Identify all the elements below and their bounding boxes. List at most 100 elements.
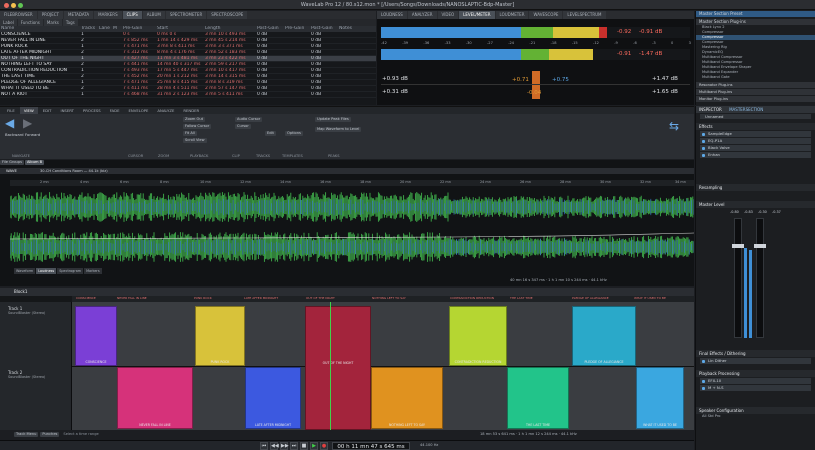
map-waveform-button[interactable]: Map Waveform to Level (315, 127, 362, 132)
functions-menu[interactable]: Functions (17, 19, 43, 26)
fit-all-button[interactable]: Fit All (183, 131, 197, 136)
resonator-plugins[interactable]: Resonator Plug-ins (696, 82, 815, 88)
effects-header[interactable]: Effects (696, 123, 815, 130)
tab-clips[interactable]: CLIPS (122, 11, 142, 19)
final-effect-slot[interactable]: Lin Dither (700, 358, 811, 364)
tab-markers-view[interactable]: Markers (84, 268, 102, 274)
marker[interactable]: WHAT IT USED TO BE (634, 296, 666, 300)
playback-slot[interactable]: EFX-10 (700, 378, 811, 384)
tab-analyzer[interactable]: ANALYZER (407, 11, 437, 19)
tab-loudness[interactable]: LOUDNESS (377, 11, 407, 19)
speaker-config-header[interactable]: Speaker Configuration (696, 407, 815, 414)
marker[interactable]: NEVER FALL IN LINE (117, 296, 147, 300)
back-arrow-icon[interactable]: ◀ (5, 117, 19, 129)
fader-handle[interactable] (754, 244, 766, 248)
waveform-display[interactable] (10, 187, 694, 267)
plugin-slot[interactable]: Black Valve (700, 145, 811, 151)
clip[interactable]: THE LAST TIME (507, 367, 569, 429)
marker[interactable]: CONTRADICTION REDUCTION (450, 296, 494, 300)
tab-spectrogram[interactable]: Spectrogram (57, 268, 84, 274)
clip[interactable]: NEVER FALL IN LINE (117, 367, 193, 429)
fader-left[interactable] (734, 218, 742, 338)
backward-label[interactable]: Backward (5, 132, 24, 137)
zoom-window-button[interactable] (18, 2, 23, 8)
tab-inspector[interactable]: INSPECTOR (699, 107, 722, 112)
tab-levelspectrum[interactable]: LEVELSPECTRUM (563, 11, 606, 19)
marker[interactable]: LATE AFTER MIDNIGHT (244, 296, 278, 300)
tab-video[interactable]: VIDEO (437, 11, 459, 19)
time-display[interactable]: 00 h 11 mn 47 s 645 ms (332, 442, 410, 450)
multiband-plugins[interactable]: Multiband Plug-ins (696, 89, 815, 95)
effects-preset[interactable]: Unnamed (700, 114, 811, 119)
tab-spectroscope[interactable]: SPECTROSCOPE (207, 11, 248, 19)
plugin-slot[interactable]: Enhan (700, 152, 811, 158)
clip[interactable]: CONSCIENCE (75, 306, 117, 366)
audio-cursor-button[interactable]: Audio Cursor (235, 117, 263, 122)
back-button[interactable]: ◀◀ (270, 442, 279, 450)
ribbon-tab-envelope[interactable]: ENVELOPE (124, 107, 152, 114)
update-peak-files-button[interactable]: Update Peak Files (315, 117, 351, 122)
end-button[interactable]: ⏭ (290, 442, 298, 450)
tab-loudmeter[interactable]: LOUDMETER (495, 11, 529, 19)
marker[interactable]: NOTHING LEFT TO SAY (372, 296, 406, 300)
playback-processing-header[interactable]: Playback Processing (696, 370, 815, 377)
follow-cursor-button[interactable]: Follow Cursor (183, 124, 212, 129)
marker[interactable]: CONSCIENCE (76, 296, 96, 300)
track-menu-button[interactable]: Track Menu (14, 432, 39, 437)
rewind-button[interactable]: ⏮ (260, 442, 268, 450)
tab-metadata[interactable]: METADATA (64, 11, 94, 19)
ribbon-tab-insert[interactable]: INSERT (56, 107, 77, 114)
tab-album[interactable]: ALBUM (142, 11, 165, 19)
track-output[interactable]: SoundBlaster (Stereo) (0, 375, 71, 379)
plugin-item[interactable]: Multiband Gate (696, 75, 815, 80)
marks-menu[interactable]: Marks (43, 19, 62, 26)
label-menu[interactable]: Label (0, 19, 17, 26)
plugin-slot[interactable]: EQ-P1A (700, 138, 811, 144)
tab-filebrowser[interactable]: FILEBROWSER (0, 11, 37, 19)
ribbon-tab-edit[interactable]: EDIT (39, 107, 56, 114)
marker[interactable]: PLEDGE OF ALLEGIANCE (572, 296, 609, 300)
marker[interactable]: THE LAST TIME (510, 296, 533, 300)
resampling-header[interactable]: Resampling (696, 184, 815, 191)
master-level-header[interactable]: Master Level (696, 201, 815, 208)
minimize-window-button[interactable] (11, 2, 16, 8)
clip[interactable]: LATE AFTER MIDNIGHT (245, 367, 301, 429)
playback-slot[interactable]: M + N-S (700, 385, 811, 391)
edit-button[interactable]: Edit (265, 131, 276, 136)
clip[interactable]: PUNK ROCK (195, 306, 245, 366)
track-header-1[interactable]: Track 1 SoundBlaster (Stereo) (0, 302, 72, 366)
clip-selected[interactable]: OUT OF THE NIGHT (305, 306, 371, 430)
scroll-view-button[interactable]: Scroll View (183, 138, 207, 143)
monitor-plugins[interactable]: Monitor Plug-ins (696, 96, 815, 102)
forward-button[interactable]: ▶▶ (280, 442, 289, 450)
ribbon-tab-analyze[interactable]: ANALYZE (153, 107, 178, 114)
marker[interactable]: PUNK ROCK (194, 296, 212, 300)
final-effects-header[interactable]: Final Effects / Dithering (696, 350, 815, 357)
clip[interactable]: WHAT IT USED TO BE (636, 367, 684, 429)
collapse-arrows-icon[interactable]: ⇆ (669, 119, 687, 135)
ribbon-tab-render[interactable]: RENDER (179, 107, 203, 114)
stop-button[interactable]: ■ (300, 442, 308, 450)
track-output[interactable]: SoundBlaster (Stereo) (0, 311, 71, 315)
track-header-2[interactable]: Track 2 SoundBlaster (Stereo) (0, 366, 72, 430)
ribbon-tab-fade[interactable]: FADE (106, 107, 124, 114)
close-window-button[interactable] (4, 2, 9, 8)
ribbon-tab-process[interactable]: PROCESS (79, 107, 105, 114)
ribbon-tab-file[interactable]: FILE (3, 107, 19, 114)
tab-album-b[interactable]: Album B (24, 160, 45, 165)
tab-project[interactable]: PROJECT (37, 11, 64, 19)
zoom-out-button[interactable]: Zoom Out (183, 117, 206, 122)
play-cursor[interactable] (330, 302, 331, 430)
tab-mastersection[interactable]: MASTERSECTION (729, 107, 763, 112)
ribbon-tab-view[interactable]: VIEW (19, 107, 38, 114)
cursor-button[interactable]: Cursor (235, 124, 251, 129)
tags-menu[interactable]: Tags (62, 19, 78, 26)
forward-label[interactable]: Forward (25, 132, 40, 137)
tab-markers[interactable]: MARKERS (94, 11, 122, 19)
tab-waveform[interactable]: Waveform (14, 268, 36, 274)
fader-handle[interactable] (732, 244, 744, 248)
clip[interactable]: PLEDGE OF ALLEGIANCE (572, 306, 636, 366)
clip[interactable]: NOTHING LEFT TO SAY (371, 367, 443, 429)
marker[interactable]: OUT OF THE NIGHT (306, 296, 335, 300)
forward-arrow-icon[interactable]: ▶ (23, 117, 37, 129)
